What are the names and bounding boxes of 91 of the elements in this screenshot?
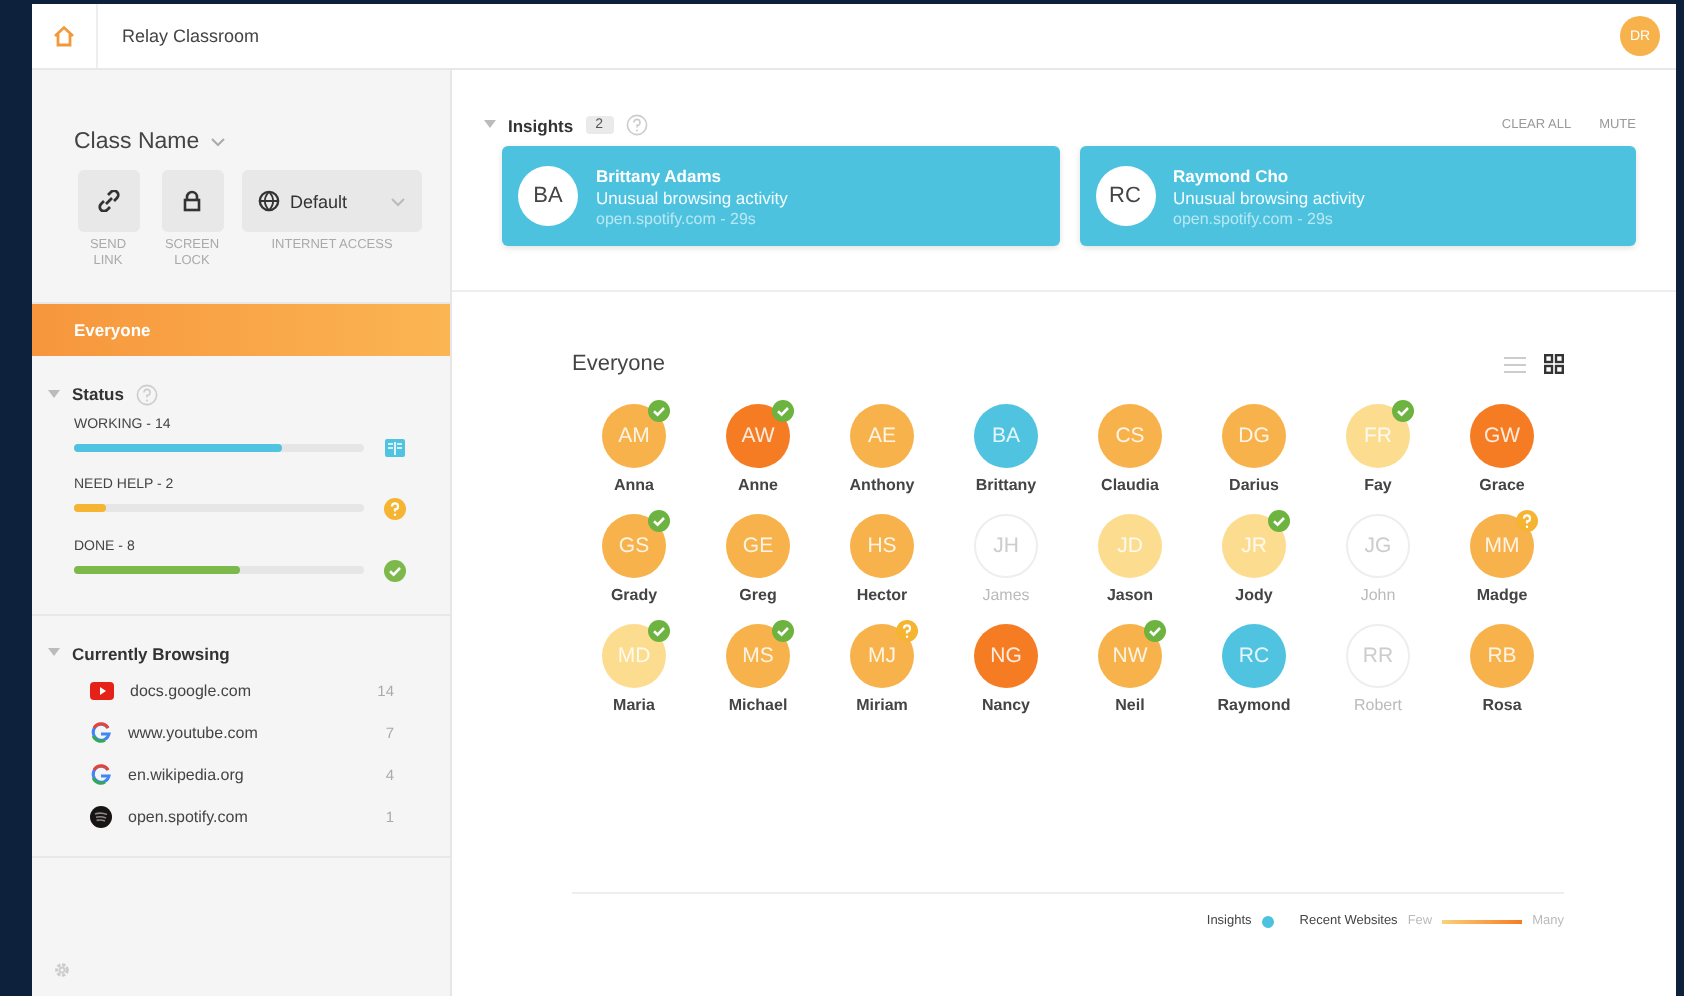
student-name: Rosa bbox=[1482, 696, 1522, 714]
student-avatar[interactable]: JR bbox=[1222, 514, 1286, 578]
section-title: Status bbox=[72, 384, 124, 405]
screen-lock-button[interactable] bbox=[161, 170, 223, 232]
student-avatar[interactable]: JD bbox=[1098, 514, 1162, 578]
student-name: Fay bbox=[1364, 476, 1392, 494]
student-avatar[interactable]: NW bbox=[1098, 624, 1162, 688]
student-name: Brittany Adams bbox=[596, 165, 724, 185]
student-name: Grace bbox=[1479, 476, 1525, 494]
lock-icon bbox=[182, 190, 202, 212]
help-icon[interactable] bbox=[135, 383, 158, 406]
group-item[interactable]: Everyone bbox=[32, 303, 450, 356]
insight-detail: open.spotify.com - 29s bbox=[1173, 209, 1335, 227]
student-name: James bbox=[982, 586, 1030, 604]
website-name[interactable]: en.wikipedia.org bbox=[128, 765, 244, 784]
website-name[interactable]: open.spotify.com bbox=[128, 807, 248, 826]
home-icon[interactable] bbox=[52, 24, 76, 48]
video-play-icon bbox=[90, 681, 114, 700]
app-title: Relay Classroom bbox=[122, 26, 260, 46]
g-letter-icon bbox=[90, 763, 112, 786]
student-avatar[interactable]: MD bbox=[602, 624, 666, 688]
student-avatar: BA bbox=[518, 166, 578, 226]
settings-icon[interactable] bbox=[52, 960, 72, 980]
student-name: Nancy bbox=[981, 696, 1030, 714]
chevron-icon bbox=[390, 195, 406, 207]
collapse-icon[interactable] bbox=[48, 389, 60, 400]
student-name: Madge bbox=[1476, 586, 1528, 604]
student-avatar[interactable]: GE bbox=[726, 514, 790, 578]
insight-card[interactable]: RC Raymond Cho Unusual browsing activity open.spotify.com - 29s bbox=[1079, 146, 1636, 246]
student-name: Darius bbox=[1229, 476, 1279, 494]
website-name[interactable]: www.youtube.com bbox=[128, 723, 258, 742]
student-name: Greg bbox=[739, 586, 777, 604]
student-name: Hector bbox=[856, 586, 908, 604]
student-avatar[interactable]: GS bbox=[602, 514, 666, 578]
link-icon bbox=[97, 190, 119, 212]
g-letter-icon bbox=[90, 721, 112, 744]
website-name[interactable]: docs.google.com bbox=[130, 681, 251, 700]
student-name: Jason bbox=[1106, 586, 1154, 604]
question-icon bbox=[384, 497, 406, 520]
student-avatar[interactable]: MS bbox=[726, 624, 790, 688]
student-name: Claudia bbox=[1101, 476, 1159, 494]
student-avatar[interactable]: AW bbox=[726, 404, 790, 468]
student-avatar[interactable]: BA bbox=[974, 404, 1038, 468]
book-icon bbox=[384, 437, 406, 458]
class-name[interactable]: Class Name bbox=[74, 130, 200, 154]
student-name: Anthony bbox=[849, 476, 915, 494]
student-name: Anne bbox=[738, 476, 778, 494]
student-avatar[interactable]: GW bbox=[1470, 404, 1534, 468]
internet-access-dropdown[interactable]: Default bbox=[242, 170, 422, 232]
collapse-icon[interactable] bbox=[48, 648, 60, 659]
insight-message: Unusual browsing activity bbox=[1173, 187, 1365, 207]
section-title: Currently Browsing bbox=[72, 643, 230, 664]
sound-wave-icon bbox=[90, 805, 112, 828]
help-icon[interactable] bbox=[625, 114, 647, 136]
insight-card[interactable]: BA Brittany Adams Unusual browsing activity open.spotify.com - 29s bbox=[502, 146, 1059, 246]
roster-title: Everyone bbox=[572, 352, 665, 376]
student-avatar[interactable]: MM bbox=[1470, 514, 1534, 578]
student-name: Brittany bbox=[975, 476, 1037, 494]
chevron-icon[interactable] bbox=[209, 136, 226, 148]
student-avatar[interactable]: CS bbox=[1098, 404, 1162, 468]
globe-icon bbox=[258, 190, 280, 212]
check-icon bbox=[384, 559, 406, 582]
student-avatar[interactable]: HS bbox=[850, 514, 914, 578]
student-avatar[interactable]: NG bbox=[974, 624, 1038, 688]
student-name: Miriam bbox=[856, 696, 908, 714]
student-avatar[interactable]: RC bbox=[1222, 624, 1286, 688]
legend-dot bbox=[1261, 915, 1274, 927]
insight-message: Unusual browsing activity bbox=[596, 187, 788, 207]
list-view-icon[interactable] bbox=[1504, 355, 1526, 373]
student-name: Grady bbox=[610, 586, 658, 604]
student-name: Anna bbox=[614, 476, 654, 494]
grid-view-icon[interactable] bbox=[1544, 354, 1564, 374]
student-name: Maria bbox=[613, 696, 655, 714]
student-name: John bbox=[1360, 586, 1396, 604]
student-name: Robert bbox=[1353, 696, 1402, 714]
student-name: Michael bbox=[728, 696, 788, 714]
section-title: Insights bbox=[508, 115, 574, 135]
student-avatar[interactable]: FR bbox=[1346, 404, 1410, 468]
student-avatar[interactable]: AE bbox=[850, 404, 914, 468]
student-avatar[interactable]: AM bbox=[602, 404, 666, 468]
student-name: Jody bbox=[1235, 586, 1273, 604]
student-name: Raymond bbox=[1217, 696, 1291, 714]
insight-detail: open.spotify.com - 29s bbox=[596, 209, 758, 227]
student-avatar[interactable]: RB bbox=[1470, 624, 1534, 688]
student-name: Raymond Cho bbox=[1173, 165, 1291, 185]
send-link-button[interactable] bbox=[77, 170, 139, 232]
student-avatar[interactable]: MJ bbox=[850, 624, 914, 688]
student-name: Neil bbox=[1115, 696, 1145, 714]
student-avatar: RC bbox=[1095, 166, 1155, 226]
student-avatar[interactable]: DG bbox=[1222, 404, 1286, 468]
collapse-icon[interactable] bbox=[484, 120, 496, 130]
